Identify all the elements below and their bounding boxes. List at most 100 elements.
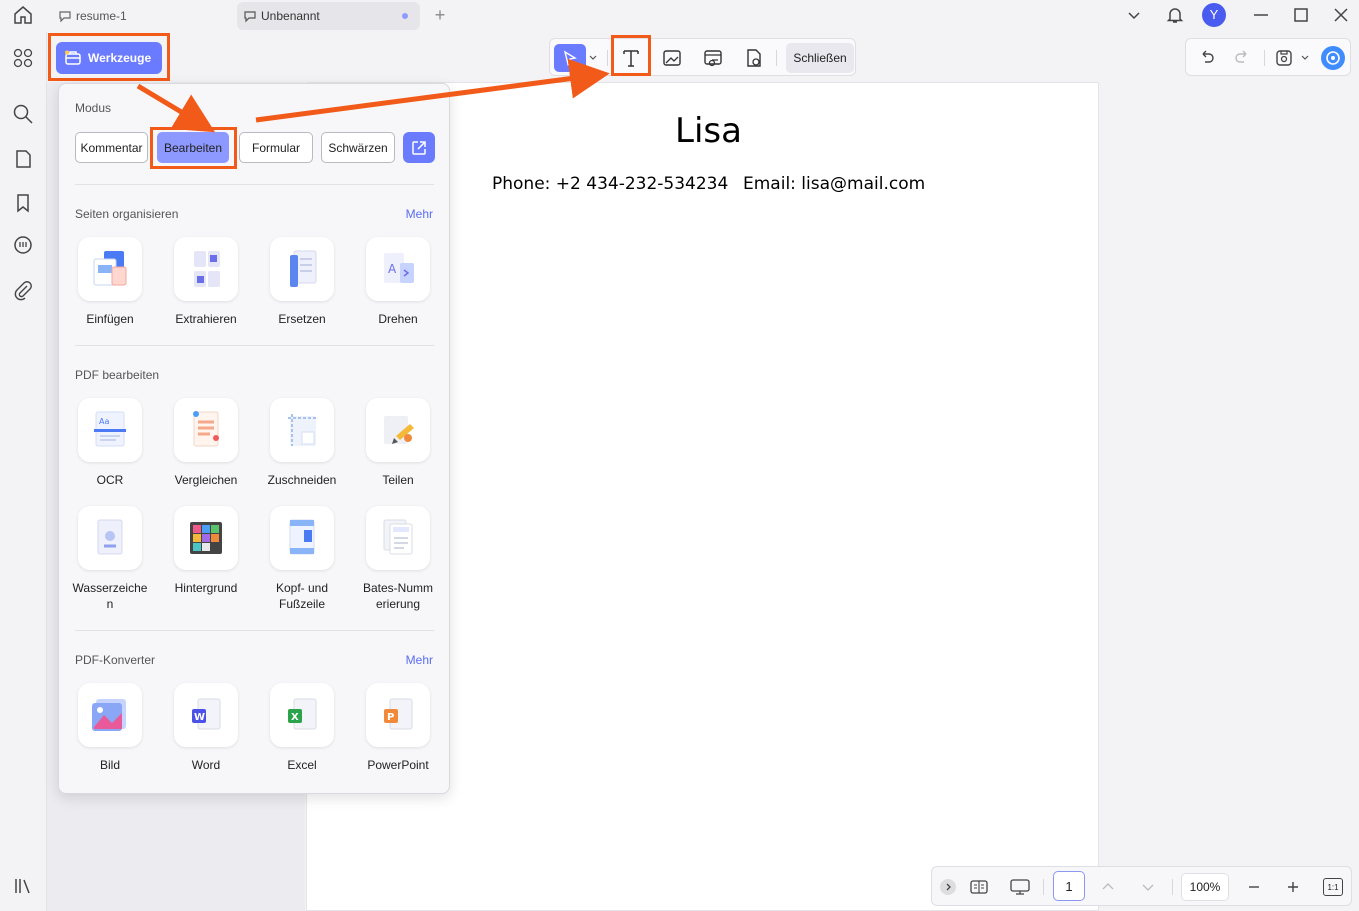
tool-compare[interactable]: Vergleichen bbox=[158, 398, 254, 488]
apps-grid-icon[interactable] bbox=[12, 47, 34, 69]
home-icon[interactable] bbox=[11, 5, 35, 25]
compare-icon bbox=[174, 398, 238, 462]
mode-form-button[interactable]: Formular bbox=[239, 132, 313, 163]
zoom-out-icon[interactable] bbox=[1246, 879, 1262, 895]
undo-icon[interactable] bbox=[1198, 49, 1216, 67]
tool-label: Wasserzeiche n bbox=[72, 581, 148, 611]
select-tool-button[interactable] bbox=[554, 44, 586, 72]
tool-replace[interactable]: Ersetzen bbox=[254, 237, 350, 327]
separator bbox=[1172, 879, 1173, 895]
document-name[interactable]: Lisa bbox=[675, 111, 742, 151]
mode-comment-button[interactable]: Kommentar bbox=[75, 132, 148, 163]
svg-text:W: W bbox=[194, 712, 205, 723]
comments-icon[interactable] bbox=[12, 235, 34, 257]
chevron-down-icon[interactable] bbox=[1122, 4, 1146, 26]
extract-page-icon bbox=[174, 237, 238, 301]
tools-panel: Modus Kommentar Bearbeiten Formular Schw… bbox=[58, 83, 450, 794]
expand-icon[interactable] bbox=[940, 879, 956, 895]
document-phone[interactable]: Phone: +2 434-232-534234 bbox=[492, 174, 728, 194]
tool-extract[interactable]: Extrahieren bbox=[158, 237, 254, 327]
zoom-level[interactable]: 100% bbox=[1181, 873, 1229, 901]
cursor-icon bbox=[563, 50, 577, 66]
tool-label: Hintergrund bbox=[174, 581, 238, 595]
mode-redact-button[interactable]: Schwärzen bbox=[321, 132, 395, 163]
header-footer-icon bbox=[270, 506, 334, 570]
bottom-bar: 1 100% 1:1 bbox=[931, 866, 1352, 906]
tool-split[interactable]: Teilen bbox=[350, 398, 446, 488]
mode-title: Modus bbox=[75, 101, 112, 115]
right-toolbar bbox=[1185, 38, 1351, 76]
tool-background[interactable]: Hintergrund bbox=[158, 506, 254, 596]
tool-rotate[interactable]: A Drehen bbox=[350, 237, 446, 327]
tool-convert-word[interactable]: W Word bbox=[158, 683, 254, 773]
chevron-down-icon[interactable] bbox=[588, 54, 598, 62]
divider bbox=[75, 630, 434, 631]
tool-watermark[interactable]: Wasserzeiche n bbox=[62, 506, 158, 612]
bell-icon[interactable] bbox=[1163, 4, 1187, 26]
search-icon[interactable] bbox=[12, 103, 34, 125]
actual-size-button[interactable]: 1:1 bbox=[1323, 878, 1343, 896]
tool-label: Teilen bbox=[382, 473, 414, 487]
presentation-icon[interactable] bbox=[1009, 877, 1031, 897]
document-settings-icon bbox=[747, 49, 761, 67]
section-title: PDF bearbeiten bbox=[75, 368, 160, 382]
redo-icon[interactable] bbox=[1233, 49, 1251, 67]
separator bbox=[1264, 50, 1265, 66]
divider bbox=[75, 184, 434, 185]
minimize-icon[interactable] bbox=[1249, 4, 1273, 26]
replace-page-icon bbox=[270, 237, 334, 301]
close-edit-button[interactable]: Schließen bbox=[786, 43, 854, 73]
section-title: Seiten organisieren bbox=[75, 207, 179, 221]
tab-unbenannt[interactable]: Unbenannt bbox=[237, 2, 420, 30]
tool-ocr[interactable]: Aa OCR bbox=[62, 398, 158, 488]
section-title: PDF-Konverter bbox=[75, 653, 156, 667]
tool-label: Word bbox=[191, 758, 221, 772]
tool-insert[interactable]: Einfügen bbox=[62, 237, 158, 327]
add-link-button[interactable] bbox=[699, 44, 727, 72]
crop-icon bbox=[270, 398, 334, 462]
tool-crop[interactable]: Zuschneiden bbox=[254, 398, 350, 488]
tab-label: Unbenannt bbox=[261, 9, 320, 23]
svg-text:X: X bbox=[291, 712, 299, 723]
tool-convert-powerpoint[interactable]: P PowerPoint bbox=[350, 683, 446, 773]
pages-icon[interactable] bbox=[12, 148, 34, 170]
mode-external-button[interactable] bbox=[403, 132, 435, 163]
tool-convert-excel[interactable]: X Excel bbox=[254, 683, 350, 773]
save-icon[interactable] bbox=[1274, 48, 1294, 68]
tool-label: Extrahieren bbox=[175, 312, 237, 326]
link-icon bbox=[704, 50, 722, 67]
page-number-input[interactable]: 1 bbox=[1053, 871, 1085, 901]
document-email[interactable]: Email: lisa@mail.com bbox=[743, 174, 925, 194]
tool-bates[interactable]: Bates-Numm erierung bbox=[350, 506, 446, 612]
rotate-page-icon: A bbox=[366, 237, 430, 301]
new-tab-button[interactable]: + bbox=[430, 5, 450, 26]
two-page-view-icon[interactable] bbox=[969, 877, 989, 897]
tool-label: Vergleichen bbox=[174, 473, 238, 487]
attachment-icon[interactable] bbox=[12, 280, 34, 302]
ai-assistant-icon[interactable] bbox=[1321, 46, 1345, 70]
zoom-in-icon[interactable] bbox=[1285, 879, 1301, 895]
tool-label: Kopf- und Fußzeile bbox=[275, 581, 329, 611]
tab-resume-1[interactable]: resume-1 bbox=[52, 2, 230, 30]
highlight-box bbox=[150, 127, 237, 169]
chevron-up-icon[interactable] bbox=[1100, 879, 1116, 895]
bates-numbering-icon bbox=[366, 506, 430, 570]
powerpoint-icon: P bbox=[366, 683, 430, 747]
tool-label: Einfügen bbox=[86, 312, 134, 326]
tool-label: Ersetzen bbox=[278, 312, 326, 326]
watermark-tool-button[interactable] bbox=[740, 44, 768, 72]
more-link[interactable]: Mehr bbox=[406, 207, 433, 221]
chevron-down-icon[interactable] bbox=[1140, 879, 1156, 895]
tool-convert-image[interactable]: Bild bbox=[62, 683, 158, 773]
maximize-icon[interactable] bbox=[1289, 4, 1313, 26]
close-icon[interactable] bbox=[1329, 4, 1353, 26]
bookmark-icon[interactable] bbox=[12, 192, 34, 214]
tool-header-footer[interactable]: Kopf- und Fußzeile bbox=[254, 506, 350, 612]
add-image-button[interactable] bbox=[658, 44, 686, 72]
tool-label: Bild bbox=[99, 758, 120, 772]
svg-text:P: P bbox=[387, 712, 394, 723]
library-icon[interactable] bbox=[12, 875, 34, 897]
more-link[interactable]: Mehr bbox=[406, 653, 433, 667]
chevron-down-icon[interactable] bbox=[1300, 54, 1310, 62]
avatar[interactable]: Y bbox=[1202, 3, 1226, 27]
